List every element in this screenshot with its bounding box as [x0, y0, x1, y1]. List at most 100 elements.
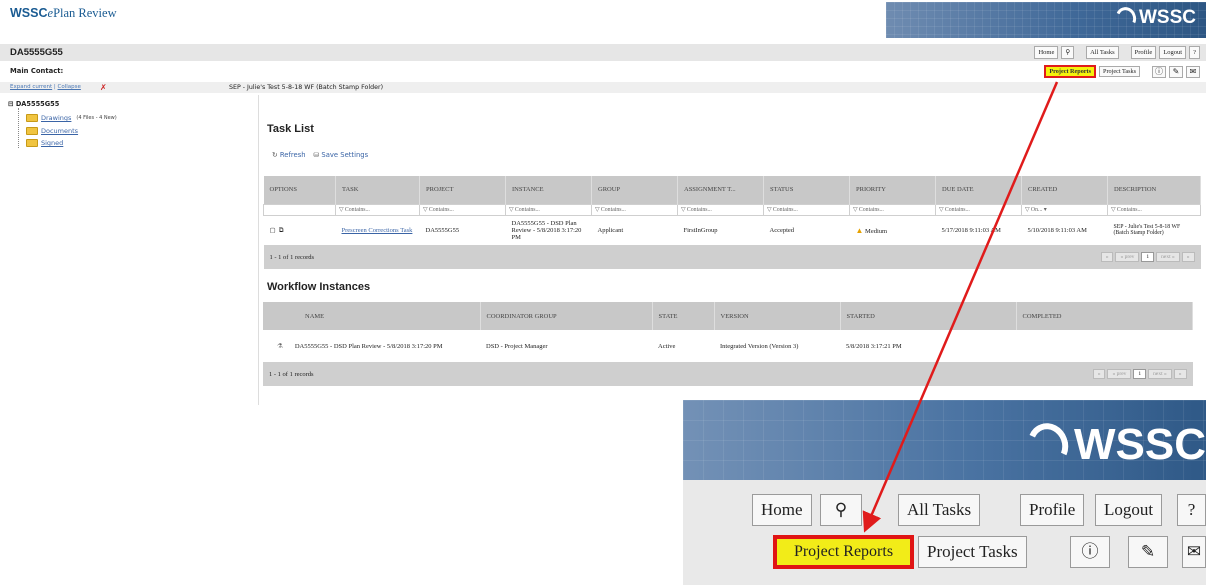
project-tasks-button[interactable]: Project Tasks: [1099, 66, 1140, 77]
page-number[interactable]: 1: [1141, 252, 1155, 262]
help-icon[interactable]: ?: [1189, 46, 1200, 59]
table-row[interactable]: ⚗ DA5555G55 - DSD Plan Review - 5/8/2018 …: [263, 330, 1193, 362]
column-header[interactable]: OPTIONS: [263, 176, 336, 204]
prev-button[interactable]: « prev: [1107, 369, 1132, 379]
filter-text: On...: [1030, 206, 1043, 213]
filter-input[interactable]: ▽ Contains...: [935, 203, 1022, 216]
last-page-button[interactable]: »: [1181, 252, 1195, 262]
stamp-icon[interactable]: ✗: [100, 83, 109, 92]
table-row[interactable]: ▢ ⧉ Prescreen Corrections Task DA5555G55…: [264, 215, 1201, 245]
all-tasks-button[interactable]: All Tasks: [1086, 46, 1119, 59]
priority-text: Medium: [865, 227, 888, 235]
refresh-icon: ↻: [272, 151, 278, 159]
prev-button[interactable]: « prev: [1115, 252, 1140, 262]
row-options: ▢ ⧉: [264, 215, 336, 245]
save-settings-button[interactable]: ⛁ Save Settings: [314, 151, 369, 159]
zoom-logout-button[interactable]: Logout: [1095, 494, 1163, 526]
created-cell: 5/10/2018 9:11:03 AM: [1027, 226, 1087, 234]
filter-input[interactable]: ▽ Contains...: [419, 203, 506, 216]
refresh-button[interactable]: ↻ Refresh: [272, 151, 306, 159]
column-header[interactable]: PRIORITY: [849, 176, 936, 204]
page-number[interactable]: 1: [1133, 369, 1147, 379]
column-header[interactable]: DESCRIPTION: [1107, 176, 1201, 204]
filter-input[interactable]: ▽ Contains...: [335, 203, 420, 216]
search-icon[interactable]: ⚲: [1061, 46, 1075, 59]
mail-icon[interactable]: ✉: [1186, 65, 1200, 78]
status-cell: Accepted: [769, 226, 795, 234]
column-header[interactable]: DUE DATE: [935, 176, 1022, 204]
logout-button[interactable]: Logout: [1159, 46, 1187, 59]
zoom-project-reports-button[interactable]: Project Reports: [773, 535, 914, 569]
filter-input[interactable]: ▽ Contains...: [677, 203, 764, 216]
assignment-cell: FirstInGroup: [683, 226, 718, 234]
tag-icon[interactable]: ✎: [1169, 65, 1183, 78]
filter-text: Contains...: [858, 206, 884, 213]
tree-item-documents[interactable]: Documents: [26, 127, 78, 135]
filter-input[interactable]: ▽ Contains...: [763, 203, 850, 216]
copy-icon[interactable]: ⧉: [279, 227, 284, 234]
task-link[interactable]: Prescreen Corrections Task: [336, 215, 420, 245]
last-page-button[interactable]: »: [1173, 369, 1187, 379]
column-header[interactable]: COMPLETED: [1016, 302, 1193, 330]
first-page-button[interactable]: «: [1092, 369, 1106, 379]
records-count: 1 - 1 of 1 records: [269, 370, 314, 378]
column-header[interactable]: ASSIGNMENT T...: [677, 176, 764, 204]
column-header[interactable]: TASK: [335, 176, 420, 204]
zoom-help-icon[interactable]: ?: [1177, 494, 1206, 526]
zoom-home-button[interactable]: Home: [752, 494, 812, 526]
zoom-tag-icon[interactable]: ✎: [1128, 536, 1168, 568]
column-header[interactable]: COORDINATOR GROUP: [480, 302, 653, 330]
next-button[interactable]: next »: [1148, 369, 1172, 379]
pager-cell: « « prev 1 next » »: [764, 245, 1201, 269]
zoom-logo: WSSC: [1021, 417, 1206, 473]
tree-item-signed[interactable]: Signed: [26, 139, 63, 147]
filter-text: Contains...: [428, 206, 454, 213]
first-page-button[interactable]: «: [1100, 252, 1114, 262]
zoom-project-tasks-button[interactable]: Project Tasks: [918, 536, 1027, 568]
filter-cell: [263, 203, 336, 216]
drawings-link[interactable]: Drawings: [41, 114, 71, 122]
filter-input[interactable]: ▽ Contains...: [591, 203, 678, 216]
filter-input[interactable]: ▽ Contains...: [505, 203, 592, 216]
column-header[interactable]: NAME: [263, 302, 481, 330]
tree-controls: Expand current | Collapse: [10, 84, 81, 90]
collapse-link[interactable]: Collapse: [58, 84, 81, 90]
signed-link[interactable]: Signed: [41, 139, 63, 147]
tree-root-label: DA5555G55: [15, 100, 60, 108]
zoom-mail-icon[interactable]: ✉: [1182, 536, 1206, 568]
zoom-profile-button[interactable]: Profile: [1020, 494, 1085, 526]
priority-cell: ▲ Medium: [850, 215, 936, 245]
column-header[interactable]: INSTANCE: [505, 176, 592, 204]
column-header[interactable]: STATUS: [763, 176, 850, 204]
home-button[interactable]: Home: [1034, 46, 1059, 59]
tree-root[interactable]: ⊟ DA5555G55: [8, 100, 59, 108]
column-header[interactable]: STATE: [652, 302, 715, 330]
zoom-search-icon[interactable]: ⚲: [820, 494, 862, 526]
zoom-info-icon[interactable]: ⓘ: [1070, 536, 1110, 568]
profile-button[interactable]: Profile: [1130, 46, 1157, 59]
pager-cell: « « prev 1 next » »: [714, 362, 1193, 386]
tree-item-drawings[interactable]: Drawings (4 Files - 4 New): [26, 114, 117, 122]
workflow-pager-row: 1 - 1 of 1 records « « prev 1 next » »: [263, 362, 1193, 386]
column-header[interactable]: CREATED: [1021, 176, 1108, 204]
filter-input[interactable]: ▽ On... ▾: [1021, 203, 1108, 216]
filter-input[interactable]: ▽ Contains...: [849, 203, 936, 216]
project-reports-button[interactable]: Project Reports: [1044, 65, 1097, 78]
group-cell: Applicant: [597, 226, 624, 234]
filter-text: Contains...: [1116, 206, 1142, 213]
filter-input[interactable]: ▽ Contains...: [1107, 203, 1201, 216]
zoom-all-tasks-button[interactable]: All Tasks: [898, 494, 981, 526]
water-drop-icon: [1112, 4, 1140, 32]
folder-icon: [26, 114, 38, 122]
column-header[interactable]: PROJECT: [419, 176, 506, 204]
column-header[interactable]: VERSION: [714, 302, 841, 330]
info-icon[interactable]: ⓘ: [1152, 65, 1166, 78]
filter-text: Contains...: [600, 206, 626, 213]
column-header[interactable]: STARTED: [840, 302, 1017, 330]
next-button[interactable]: next »: [1156, 252, 1180, 262]
comment-icon[interactable]: ▢: [270, 227, 276, 234]
expand-current-link[interactable]: Expand current: [10, 84, 52, 90]
column-header[interactable]: GROUP: [591, 176, 678, 204]
documents-link[interactable]: Documents: [41, 127, 78, 135]
warning-icon: ▲: [855, 225, 864, 235]
